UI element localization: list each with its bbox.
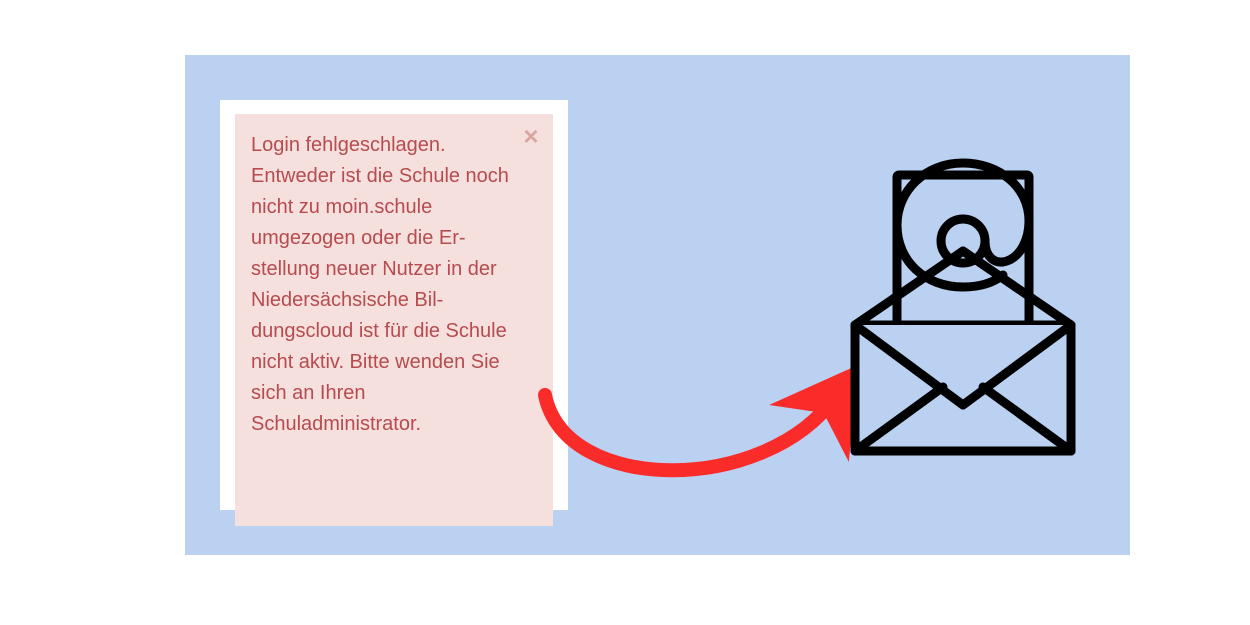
alert-card: × Login fehlgeschlagen. Entweder ist die… (220, 100, 568, 510)
close-icon[interactable]: × (517, 122, 545, 150)
email-envelope-icon (835, 155, 1091, 465)
alert-message: Login fehlgeschlagen. Entweder ist die S… (251, 130, 537, 440)
illustration-stage: × Login fehlgeschlagen. Entweder ist die… (185, 55, 1130, 555)
arrow-icon (535, 335, 855, 525)
close-glyph: × (523, 121, 538, 152)
login-failed-alert: × Login fehlgeschlagen. Entweder ist die… (235, 114, 553, 526)
